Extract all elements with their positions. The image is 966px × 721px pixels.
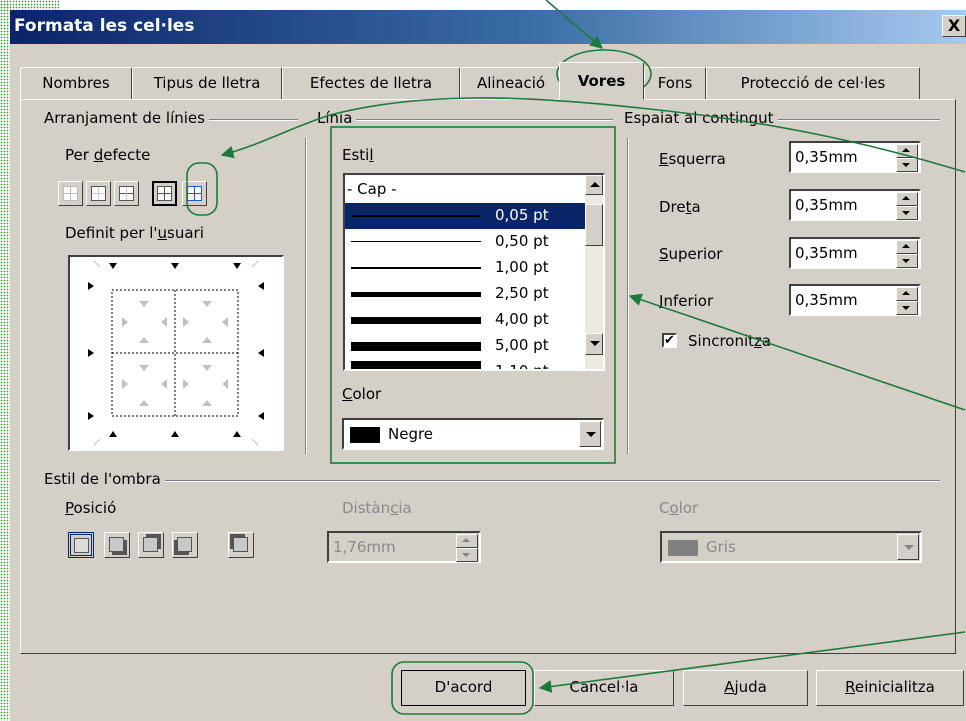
list-item[interactable]: 4,00 pt	[345, 307, 585, 333]
line-color-label: Color	[342, 385, 382, 403]
line-style-list[interactable]: - Cap - 0,05 pt 0,50 pt 1,00 pt 2,50 pt …	[343, 173, 605, 371]
shadow-bottom-left-button[interactable]	[172, 532, 198, 558]
shadow-bottom-right-button[interactable]	[104, 532, 130, 558]
tab-nombres[interactable]: Nombres	[20, 67, 132, 100]
dialog-title: Formata les cel·les	[14, 16, 195, 36]
reset-button[interactable]: Reinicialitza	[816, 670, 964, 706]
top-spacing-field[interactable]: 0,35mm	[789, 237, 921, 269]
title-bar[interactable]: Formata les cel·les X	[10, 10, 966, 44]
list-item[interactable]: 2,50 pt	[345, 281, 585, 307]
shadow-color-label: Color	[659, 499, 699, 517]
group-separator-2	[627, 138, 629, 454]
tab-proteccio-de-cel-les[interactable]: Protecció de cel·les	[706, 67, 920, 100]
tab-fons[interactable]: Fons	[644, 67, 706, 100]
preset-outer-horizontal-button[interactable]	[114, 181, 139, 206]
cancel-button[interactable]: Cancel·la	[534, 670, 674, 706]
group-separator-1	[305, 138, 307, 454]
tab-efectes-de-lletra[interactable]: Efectes de lletra	[282, 67, 460, 100]
shadow-top-left-button[interactable]	[228, 532, 254, 558]
list-item[interactable]: 5,00 pt	[345, 333, 585, 359]
chevron-down-icon[interactable]	[579, 421, 601, 447]
list-item[interactable]: - Cap -	[345, 177, 585, 203]
list-scrollbar[interactable]	[585, 175, 603, 369]
chevron-down-icon[interactable]	[897, 534, 919, 560]
shadow-none-button[interactable]	[68, 532, 94, 558]
top-border-decoration	[0, 0, 60, 10]
color-swatch	[350, 427, 380, 443]
ok-button[interactable]: D'acord	[401, 670, 526, 706]
shadow-color-select[interactable]: Gris	[660, 531, 922, 563]
bottom-spacing-field[interactable]: 0,35mm	[789, 284, 921, 316]
user-defined-label: Definit per l'usuari	[65, 224, 204, 242]
tab-alineacio[interactable]: Alineació	[460, 67, 562, 100]
scroll-down-button[interactable]	[585, 333, 603, 355]
shadow-distance-label: Distància	[342, 499, 412, 517]
scroll-up-button[interactable]	[585, 175, 603, 195]
shadow-top-right-button[interactable]	[138, 532, 164, 558]
spacing-group-heading: Espaiat al contingut	[620, 109, 778, 127]
synchronize-label: Sincronitza	[688, 332, 772, 350]
list-item[interactable]: 1,10 pt	[345, 359, 585, 369]
style-label: Estil	[342, 146, 374, 164]
top-spacing-label: Superior	[659, 245, 723, 263]
list-item[interactable]: 0,50 pt	[345, 229, 585, 255]
line-group-rule	[313, 119, 613, 121]
preset-all-borders-button[interactable]	[152, 181, 177, 206]
tab-tipus-de-lletra[interactable]: Tipus de lletra	[132, 67, 282, 100]
default-label: Per defecte	[65, 146, 151, 164]
synchronize-checkbox[interactable]: ✔	[662, 333, 677, 348]
border-preview-area[interactable]	[68, 255, 284, 451]
shadow-group-heading: Estil de l'ombra	[40, 470, 165, 488]
preset-inner-lines-button[interactable]	[182, 181, 207, 206]
close-button[interactable]: X	[942, 15, 966, 37]
right-spacing-field[interactable]: 0,35mm	[789, 189, 921, 221]
bottom-spacing-label: Inferior	[659, 292, 714, 310]
shadow-position-label: Posició	[65, 499, 117, 517]
left-border-decoration	[0, 0, 10, 721]
shadow-group-rule	[40, 480, 940, 482]
scroll-thumb[interactable]	[585, 204, 603, 246]
list-item[interactable]: 0,05 pt	[345, 203, 585, 229]
preset-no-borders-button[interactable]	[58, 181, 83, 206]
list-item[interactable]: 1,00 pt	[345, 255, 585, 281]
tab-vores[interactable]: Vores	[559, 62, 644, 100]
line-group-heading: Línia	[313, 109, 357, 127]
shadow-color-swatch	[668, 540, 698, 556]
line-arrangement-heading: Arranjament de línies	[40, 109, 209, 127]
shadow-distance-field[interactable]: 1,76mm	[327, 531, 481, 563]
left-spacing-label: Esquerra	[659, 150, 726, 168]
help-button[interactable]: Ajuda	[683, 670, 808, 706]
left-spacing-field[interactable]: 0,35mm	[789, 141, 921, 173]
line-color-select[interactable]: Negre	[342, 418, 604, 450]
preset-outer-border-button[interactable]	[86, 181, 111, 206]
right-spacing-label: Dreta	[659, 198, 701, 216]
